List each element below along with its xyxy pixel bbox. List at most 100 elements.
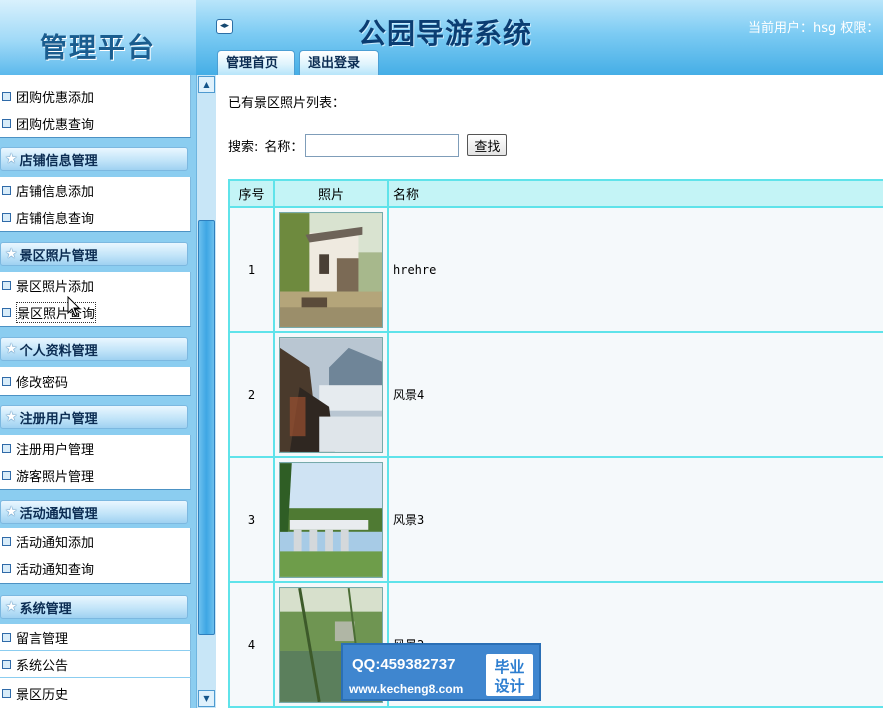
sidebar-group-title: 个人资料管理 — [19, 343, 98, 359]
table-row: 1 hrehre — [228, 206, 883, 333]
sidebar-item-label: 景区历史 — [16, 687, 69, 703]
table-row: 4 风景2 — [228, 581, 883, 708]
sidebar-menu: 团购优惠添加 团购优惠查询 ★ 店铺信息管理 店铺信息添加 店铺信息查询 ★ 景… — [0, 75, 194, 708]
column-header-number: 序号 — [228, 179, 275, 208]
logo-text: 管理平台 — [40, 33, 156, 64]
sidebar-item-label: 游客照片管理 — [16, 469, 95, 485]
square-bullet-icon — [2, 212, 11, 222]
sidebar-item-notice-add[interactable]: 活动通知添加 — [0, 528, 191, 554]
photo-cell — [273, 456, 389, 583]
logo-area: 管理平台 — [0, 0, 196, 75]
sidebar-item-label: 活动通知查询 — [16, 563, 95, 578]
search-label: 搜索: — [228, 139, 259, 155]
sidebar-item-label: 店铺信息查询 — [16, 211, 95, 227]
sidebar-item-scenic-photo-query[interactable]: 景区照片查询 — [0, 298, 191, 327]
sidebar-item-announcements[interactable]: 系统公告 — [0, 651, 191, 677]
table-row: 2 风景4 — [228, 331, 883, 458]
sidebar-item-group-buy-query[interactable]: 团购优惠查询 — [0, 109, 191, 138]
main-content: 已有景区照片列表： 搜索: 名称： 查找 序号 照片 名称 1 hrehre 2… — [216, 75, 883, 708]
sidebar-group-title: 注册用户管理 — [19, 411, 98, 427]
row-number: 1 — [228, 206, 275, 333]
search-bar: 搜索: 名称： 查找 — [228, 133, 508, 157]
system-title: 公园导游系统 — [358, 17, 533, 50]
sidebar-group-activity-notice[interactable]: ★ 活动通知管理 — [0, 500, 188, 524]
tab-admin-home[interactable]: 管理首页 — [217, 50, 295, 75]
photo-name: hrehre — [387, 206, 883, 333]
sidebar-item-notice-query[interactable]: 活动通知查询 — [0, 554, 191, 584]
star-icon: ★ — [5, 246, 18, 262]
watermark-qq: QQ:459382737 — [352, 656, 456, 673]
building-photo[interactable] — [279, 211, 383, 328]
star-icon: ★ — [5, 151, 18, 167]
star-icon: ★ — [5, 409, 18, 425]
photo-name: 风景4 — [387, 331, 883, 458]
sidebar-item-label: 店铺信息添加 — [16, 184, 95, 200]
sidebar-item-label: 景区照片查询 — [16, 301, 97, 323]
square-bullet-icon — [2, 118, 11, 128]
sidebar-group-registered-users[interactable]: ★ 注册用户管理 — [0, 405, 188, 429]
column-header-name: 名称 — [387, 179, 883, 208]
sidebar-group-system[interactable]: ★ 系统管理 — [0, 595, 188, 619]
sidebar-group-scenic-photos[interactable]: ★ 景区照片管理 — [0, 242, 188, 266]
photo-name: 风景3 — [387, 456, 883, 583]
current-user-info: 当前用户：hsg 权限： — [748, 21, 880, 36]
square-bullet-icon — [2, 564, 11, 573]
square-bullet-icon — [2, 376, 11, 386]
photo-cell — [273, 331, 389, 458]
photo-table: 序号 照片 名称 1 hrehre 2 风景4 3 风景3 4 — [228, 179, 883, 708]
sidebar-group-profile[interactable]: ★ 个人资料管理 — [0, 337, 188, 361]
sidebar-item-change-password[interactable]: 修改密码 — [0, 367, 191, 396]
tab-logout[interactable]: 退出登录 — [299, 50, 379, 75]
sidebar-item-label: 注册用户管理 — [16, 442, 95, 458]
square-bullet-icon — [2, 470, 11, 480]
star-icon: ★ — [5, 599, 18, 615]
sidebar: 团购优惠添加 团购优惠查询 ★ 店铺信息管理 店铺信息添加 店铺信息查询 ★ 景… — [0, 75, 216, 708]
sidebar-group-title: 景区照片管理 — [19, 248, 98, 264]
search-input[interactable] — [305, 133, 460, 157]
sidebar-item-label: 系统公告 — [16, 658, 69, 674]
bridge-photo[interactable] — [279, 461, 383, 578]
table-header-row: 序号 照片 名称 — [228, 179, 883, 208]
search-button[interactable]: 查找 — [467, 134, 508, 156]
watermark-badge-line: 毕业 — [494, 658, 525, 676]
sidebar-item-label: 团购优惠查询 — [16, 117, 95, 133]
top-header: 管理平台 ◂▸ 公园导游系统 当前用户：hsg 权限： 管理首页 退出登录 — [0, 0, 883, 75]
sidebar-toggle-icon[interactable]: ◂▸ — [216, 19, 233, 34]
sidebar-group-shop-info[interactable]: ★ 店铺信息管理 — [0, 147, 188, 171]
sidebar-item-shop-add[interactable]: 店铺信息添加 — [0, 177, 191, 203]
square-bullet-icon — [2, 280, 11, 290]
square-bullet-icon — [2, 688, 11, 698]
square-bullet-icon — [2, 632, 11, 642]
row-number: 2 — [228, 331, 275, 458]
page-title: 已有景区照片列表： — [228, 96, 346, 111]
name-label: 名称： — [264, 139, 304, 155]
sidebar-item-scenic-history[interactable]: 景区历史 — [0, 678, 191, 708]
sidebar-item-label: 团购优惠添加 — [16, 90, 95, 106]
square-bullet-icon — [2, 659, 11, 669]
square-bullet-icon — [2, 536, 11, 546]
scrollbar-thumb[interactable] — [198, 220, 215, 635]
sidebar-item-user-manage[interactable]: 注册用户管理 — [0, 435, 191, 461]
scroll-down-arrow-icon[interactable]: ▼ — [198, 690, 215, 707]
square-bullet-icon — [2, 443, 11, 453]
sidebar-item-shop-query[interactable]: 店铺信息查询 — [0, 203, 191, 232]
sidebar-item-label: 修改密码 — [16, 375, 69, 391]
sidebar-group-title: 活动通知管理 — [19, 506, 98, 522]
square-bullet-icon — [2, 307, 11, 317]
square-bullet-icon — [2, 91, 11, 101]
sidebar-item-label: 活动通知添加 — [16, 535, 95, 551]
sidebar-item-messages[interactable]: 留言管理 — [0, 624, 191, 650]
sidebar-item-group-buy-add[interactable]: 团购优惠添加 — [0, 83, 191, 109]
sidebar-item-scenic-photo-add[interactable]: 景区照片添加 — [0, 272, 191, 298]
row-number: 4 — [228, 581, 275, 708]
sidebar-item-visitor-photos[interactable]: 游客照片管理 — [0, 461, 191, 490]
photo-cell — [273, 206, 389, 333]
mountain-mist-photo[interactable] — [279, 336, 383, 453]
sidebar-scrollbar[interactable]: ▲ ▼ — [196, 75, 216, 708]
sidebar-item-label: 景区照片添加 — [16, 279, 95, 295]
sidebar-partial-row — [0, 75, 191, 83]
row-number: 3 — [228, 456, 275, 583]
mouse-cursor-icon — [67, 296, 81, 317]
watermark-badge: 毕业 设计 — [486, 654, 533, 696]
scroll-up-arrow-icon[interactable]: ▲ — [198, 76, 215, 93]
